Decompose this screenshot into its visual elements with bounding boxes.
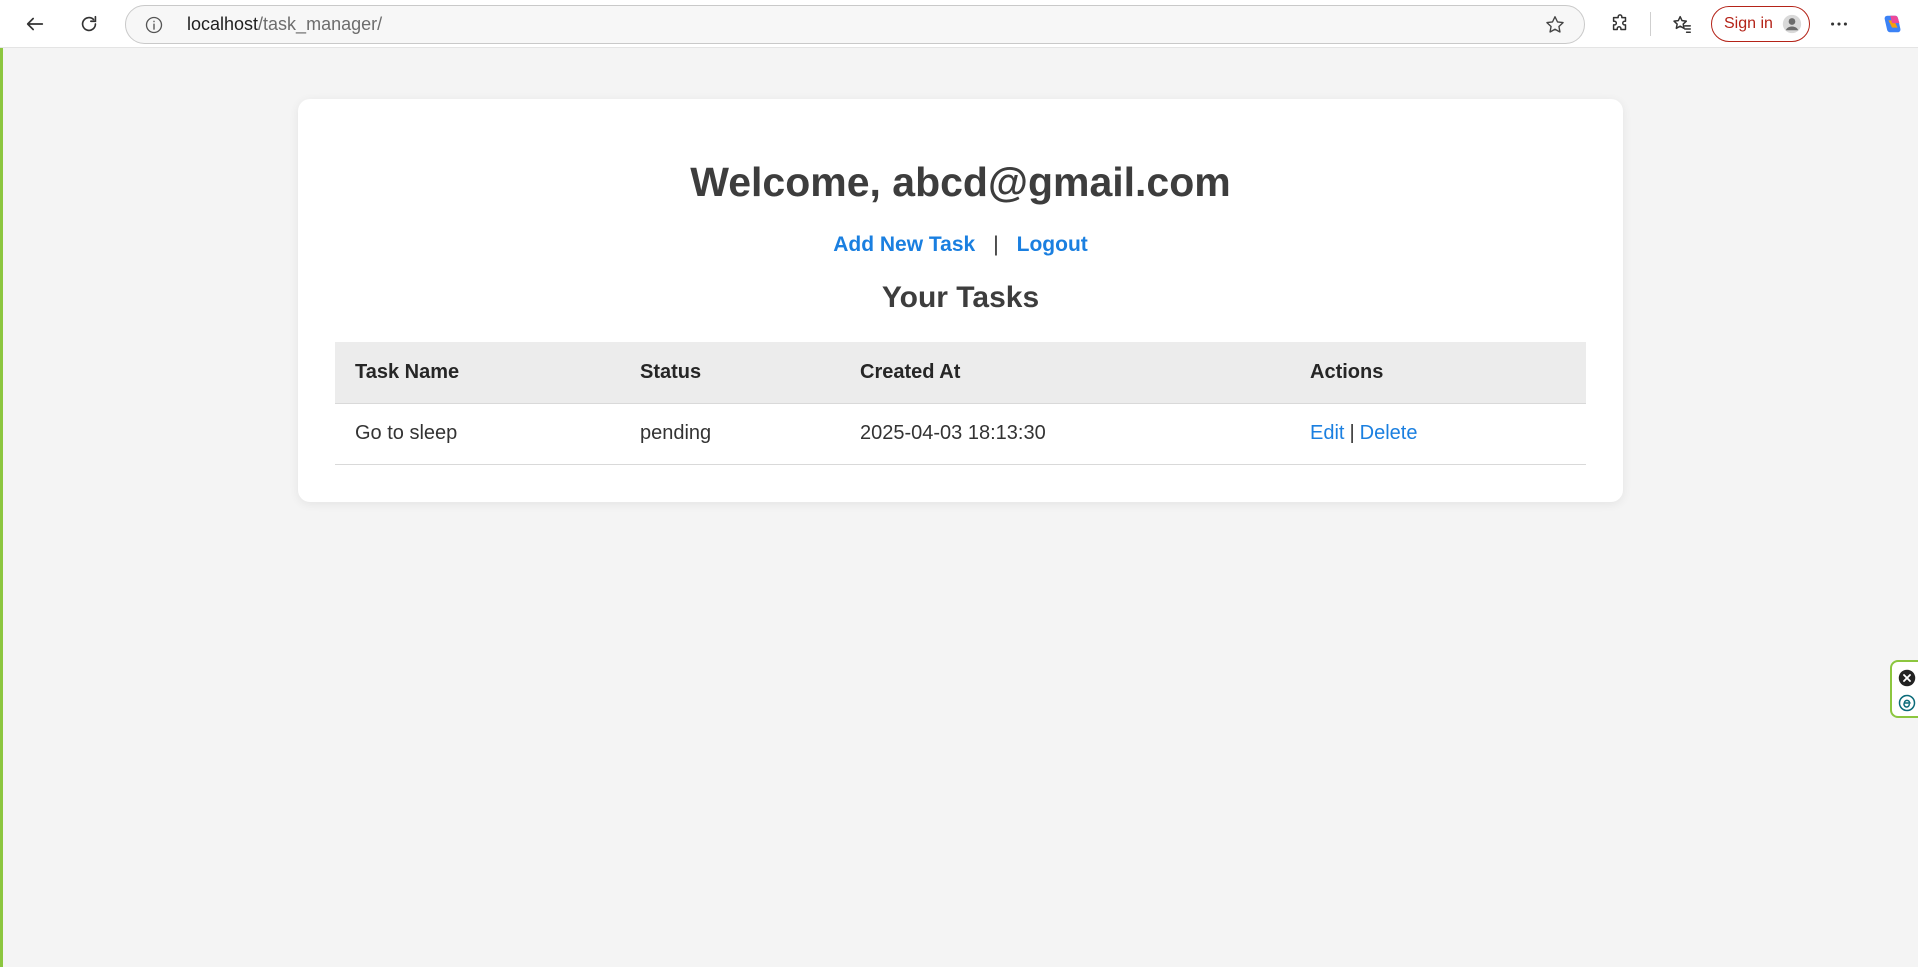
copilot-icon [1884, 15, 1901, 33]
header-task-name: Task Name [335, 342, 620, 404]
action-separator: | [1349, 422, 1355, 444]
favorites-button[interactable] [1664, 6, 1700, 42]
url-path: /task_manager/ [258, 14, 383, 34]
more-button[interactable] [1821, 6, 1857, 42]
profile-icon [1782, 14, 1802, 34]
back-button[interactable] [17, 6, 53, 42]
task-card: Welcome, abcd@gmail.com Add New Task | Log… [298, 99, 1623, 502]
sign-in-button[interactable]: Sign in [1711, 6, 1810, 42]
tasks-heading: Your Tasks [881, 281, 1040, 314]
edit-link[interactable]: Edit [1310, 422, 1344, 444]
header-status: Status [620, 342, 840, 404]
more-dots-icon [1831, 22, 1847, 26]
cell-status: pending [620, 403, 840, 465]
favorites-icon [1673, 15, 1691, 33]
cell-actions: Edit | Delete [1290, 403, 1586, 465]
address-bar[interactable]: localhost/task_manager/ [125, 5, 1585, 44]
url-text[interactable]: localhost/task_manager/ [187, 6, 382, 43]
tasks-table: Task Name Status Created At Actions Go t… [335, 342, 1586, 465]
reload-button[interactable] [71, 6, 107, 42]
add-new-task-link[interactable]: Add New Task [833, 233, 975, 256]
header-created-at: Created At [840, 342, 1290, 404]
puzzle-icon [1612, 14, 1627, 31]
sign-in-label: Sign in [1724, 15, 1773, 32]
header-actions: Actions [1290, 342, 1586, 404]
extensions-button[interactable] [1602, 6, 1638, 42]
star-icon[interactable] [1544, 14, 1566, 36]
page-left-border [0, 48, 3, 967]
nav-separator: | [993, 233, 999, 256]
close-circle-icon[interactable] [1898, 669, 1916, 687]
side-widget [1890, 660, 1918, 718]
copilot-button[interactable] [1875, 6, 1911, 42]
back-arrow-icon [26, 17, 44, 31]
cell-task-name: Go to sleep [335, 403, 620, 465]
table-header-row: Task Name Status Created At Actions [335, 342, 1586, 404]
welcome-heading: Welcome, abcd@gmail.com [690, 159, 1231, 205]
nav-links: Add New Task | Logout [298, 233, 1623, 257]
delete-link[interactable]: Delete [1360, 422, 1418, 444]
table-row: Go to sleep pending 2025-04-03 18:13:30 … [335, 403, 1586, 465]
extension-e-icon[interactable] [1898, 694, 1916, 712]
browser-toolbar: localhost/task_manager/ Sign in [0, 0, 1918, 48]
url-host: localhost [187, 14, 259, 34]
toolbar-divider [1650, 12, 1651, 36]
reload-icon [81, 15, 97, 32]
cell-created-at: 2025-04-03 18:13:30 [840, 403, 1290, 465]
info-icon[interactable] [144, 15, 164, 35]
logout-link[interactable]: Logout [1017, 233, 1088, 256]
